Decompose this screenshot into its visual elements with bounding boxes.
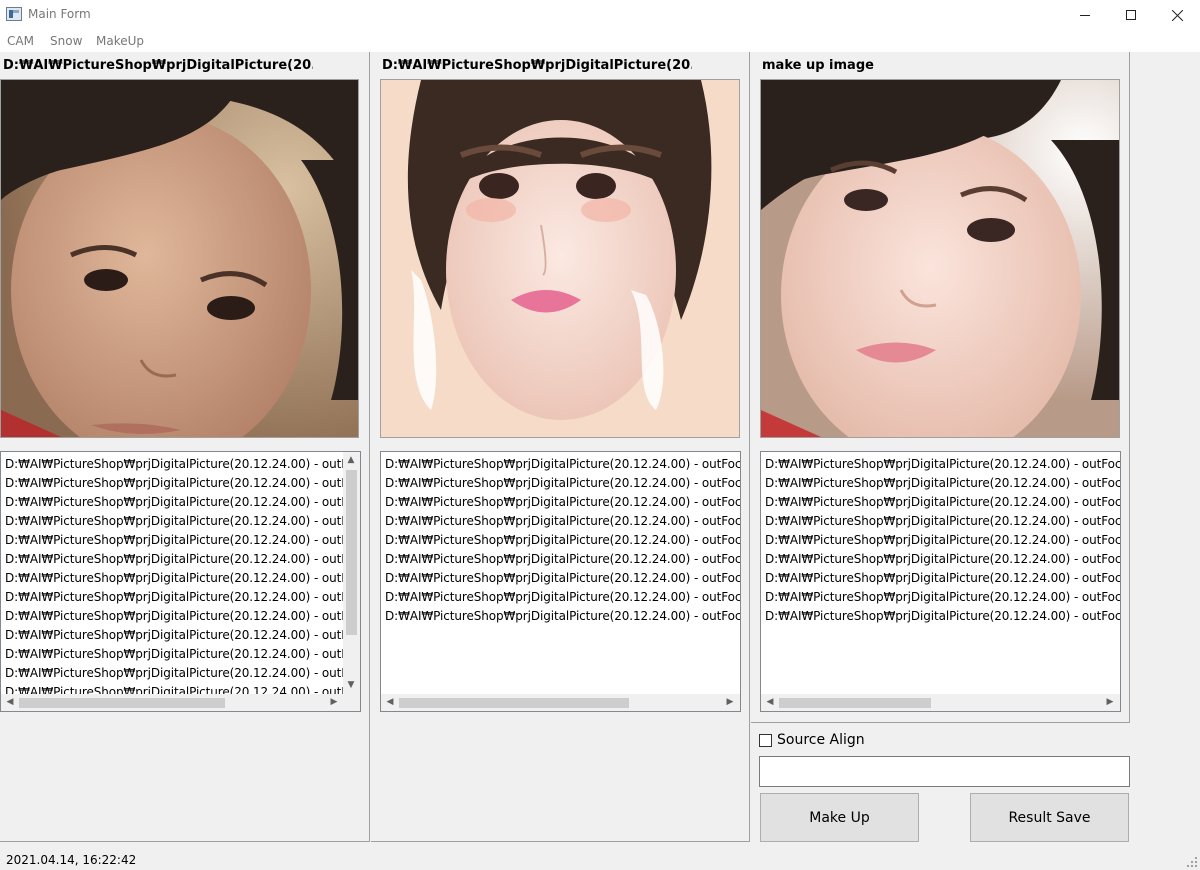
scroll-down-icon[interactable]: ▼ [344, 677, 358, 694]
log-line[interactable]: D:₩AI₩PictureShop₩prjDigitalPicture(20.1… [385, 607, 740, 626]
reference-log-lines: D:₩AI₩PictureShop₩prjDigitalPicture(20.1… [385, 455, 740, 626]
status-timestamp: 2021.04.14, 16:22:42 [6, 853, 137, 867]
log-line[interactable]: D:₩AI₩PictureShop₩prjDigitalPicture(20.1… [765, 531, 1120, 550]
reference-horizontal-scrollbar[interactable]: ◀ ▶ [381, 694, 740, 711]
source-path-label: D:₩AI₩PictureShop₩prjDigitalPicture(20.1… [3, 58, 313, 73]
log-line[interactable]: D:₩AI₩PictureShop₩prjDigitalPicture(20.1… [5, 474, 355, 493]
reference-log-list[interactable]: D:₩AI₩PictureShop₩prjDigitalPicture(20.1… [380, 451, 741, 712]
source-log-lines: D:₩AI₩PictureShop₩prjDigitalPicture(20.1… [5, 455, 355, 702]
minimize-icon [1080, 14, 1090, 16]
scroll-left-icon[interactable]: ◀ [763, 694, 777, 711]
log-line[interactable]: D:₩AI₩PictureShop₩prjDigitalPicture(20.1… [385, 493, 740, 512]
menu-bar: CAM Snow MakeUp [0, 30, 1200, 52]
log-line[interactable]: D:₩AI₩PictureShop₩prjDigitalPicture(20.1… [385, 588, 740, 607]
log-line[interactable]: D:₩AI₩PictureShop₩prjDigitalPicture(20.1… [385, 550, 740, 569]
scroll-corner [343, 694, 360, 711]
scroll-right-icon[interactable]: ▶ [327, 694, 341, 711]
log-line[interactable]: D:₩AI₩PictureShop₩prjDigitalPicture(20.1… [385, 512, 740, 531]
log-line[interactable]: D:₩AI₩PictureShop₩prjDigitalPicture(20.1… [765, 607, 1120, 626]
reference-horizontal-thumb[interactable] [399, 698, 629, 708]
app-icon [6, 7, 22, 21]
log-line[interactable]: D:₩AI₩PictureShop₩prjDigitalPicture(20.1… [765, 474, 1120, 493]
scroll-left-icon[interactable]: ◀ [383, 694, 397, 711]
title-bar: Main Form [0, 0, 1200, 30]
log-line[interactable]: D:₩AI₩PictureShop₩prjDigitalPicture(20.1… [765, 493, 1120, 512]
reference-face-image [380, 79, 740, 438]
reference-path-label: D:₩AI₩PictureShop₩prjDigitalPicture(20.1… [382, 58, 692, 73]
close-icon [1171, 9, 1183, 21]
log-line[interactable]: D:₩AI₩PictureShop₩prjDigitalPicture(20.1… [765, 569, 1120, 588]
log-line[interactable]: D:₩AI₩PictureShop₩prjDigitalPicture(20.1… [765, 455, 1120, 474]
source-align-checkbox-row[interactable]: Source Align [759, 731, 865, 749]
log-line[interactable]: D:₩AI₩PictureShop₩prjDigitalPicture(20.1… [5, 607, 355, 626]
log-line[interactable]: D:₩AI₩PictureShop₩prjDigitalPicture(20.1… [5, 664, 355, 683]
scroll-right-icon[interactable]: ▶ [1103, 694, 1117, 711]
log-line[interactable]: D:₩AI₩PictureShop₩prjDigitalPicture(20.1… [385, 531, 740, 550]
result-log-list[interactable]: D:₩AI₩PictureShop₩prjDigitalPicture(20.1… [760, 451, 1121, 712]
close-button[interactable] [1154, 0, 1200, 30]
result-face-image [760, 79, 1120, 438]
log-line[interactable]: D:₩AI₩PictureShop₩prjDigitalPicture(20.1… [5, 626, 355, 645]
maximize-button[interactable] [1108, 0, 1154, 30]
log-line[interactable]: D:₩AI₩PictureShop₩prjDigitalPicture(20.1… [5, 588, 355, 607]
log-line[interactable]: D:₩AI₩PictureShop₩prjDigitalPicture(20.1… [5, 512, 355, 531]
maximize-icon [1126, 10, 1136, 20]
menu-makeup[interactable]: MakeUp [96, 34, 144, 48]
source-vertical-scrollbar[interactable]: ▲ ▼ [343, 452, 360, 696]
source-face-image [0, 79, 359, 438]
minimize-button[interactable] [1062, 0, 1108, 30]
log-line[interactable]: D:₩AI₩PictureShop₩prjDigitalPicture(20.1… [385, 569, 740, 588]
source-align-checkbox[interactable] [759, 733, 772, 747]
source-log-list[interactable]: D:₩AI₩PictureShop₩prjDigitalPicture(20.1… [0, 451, 361, 712]
source-align-label: Source Align [777, 732, 865, 748]
source-horizontal-thumb[interactable] [19, 698, 225, 708]
result-save-button[interactable]: Result Save [970, 793, 1129, 842]
scroll-right-icon[interactable]: ▶ [723, 694, 737, 711]
log-line[interactable]: D:₩AI₩PictureShop₩prjDigitalPicture(20.1… [5, 645, 355, 664]
log-line[interactable]: D:₩AI₩PictureShop₩prjDigitalPicture(20.1… [5, 455, 355, 474]
resize-grip-icon[interactable] [1187, 857, 1198, 868]
menu-snow[interactable]: Snow [50, 34, 82, 48]
result-horizontal-scrollbar[interactable]: ◀ ▶ [761, 694, 1120, 711]
scroll-up-icon[interactable]: ▲ [344, 452, 358, 469]
menu-cam[interactable]: CAM [7, 34, 34, 48]
log-line[interactable]: D:₩AI₩PictureShop₩prjDigitalPicture(20.1… [385, 455, 740, 474]
log-line[interactable]: D:₩AI₩PictureShop₩prjDigitalPicture(20.1… [5, 550, 355, 569]
result-text-field[interactable] [759, 756, 1130, 787]
log-line[interactable]: D:₩AI₩PictureShop₩prjDigitalPicture(20.1… [385, 474, 740, 493]
log-line[interactable]: D:₩AI₩PictureShop₩prjDigitalPicture(20.1… [765, 512, 1120, 531]
make-up-button[interactable]: Make Up [760, 793, 919, 842]
log-line[interactable]: D:₩AI₩PictureShop₩prjDigitalPicture(20.1… [5, 569, 355, 588]
result-horizontal-thumb[interactable] [779, 698, 931, 708]
source-horizontal-scrollbar[interactable]: ◀ ▶ [1, 694, 343, 711]
log-line[interactable]: D:₩AI₩PictureShop₩prjDigitalPicture(20.1… [765, 588, 1120, 607]
log-line[interactable]: D:₩AI₩PictureShop₩prjDigitalPicture(20.1… [765, 550, 1120, 569]
result-log-lines: D:₩AI₩PictureShop₩prjDigitalPicture(20.1… [765, 455, 1120, 626]
result-image-label: make up image [762, 58, 874, 73]
log-line[interactable]: D:₩AI₩PictureShop₩prjDigitalPicture(20.1… [5, 493, 355, 512]
scroll-left-icon[interactable]: ◀ [3, 694, 17, 711]
status-bar: 2021.04.14, 16:22:42 [0, 852, 1200, 870]
source-vertical-thumb[interactable] [346, 470, 357, 635]
window-title: Main Form [28, 7, 91, 21]
log-line[interactable]: D:₩AI₩PictureShop₩prjDigitalPicture(20.1… [5, 531, 355, 550]
